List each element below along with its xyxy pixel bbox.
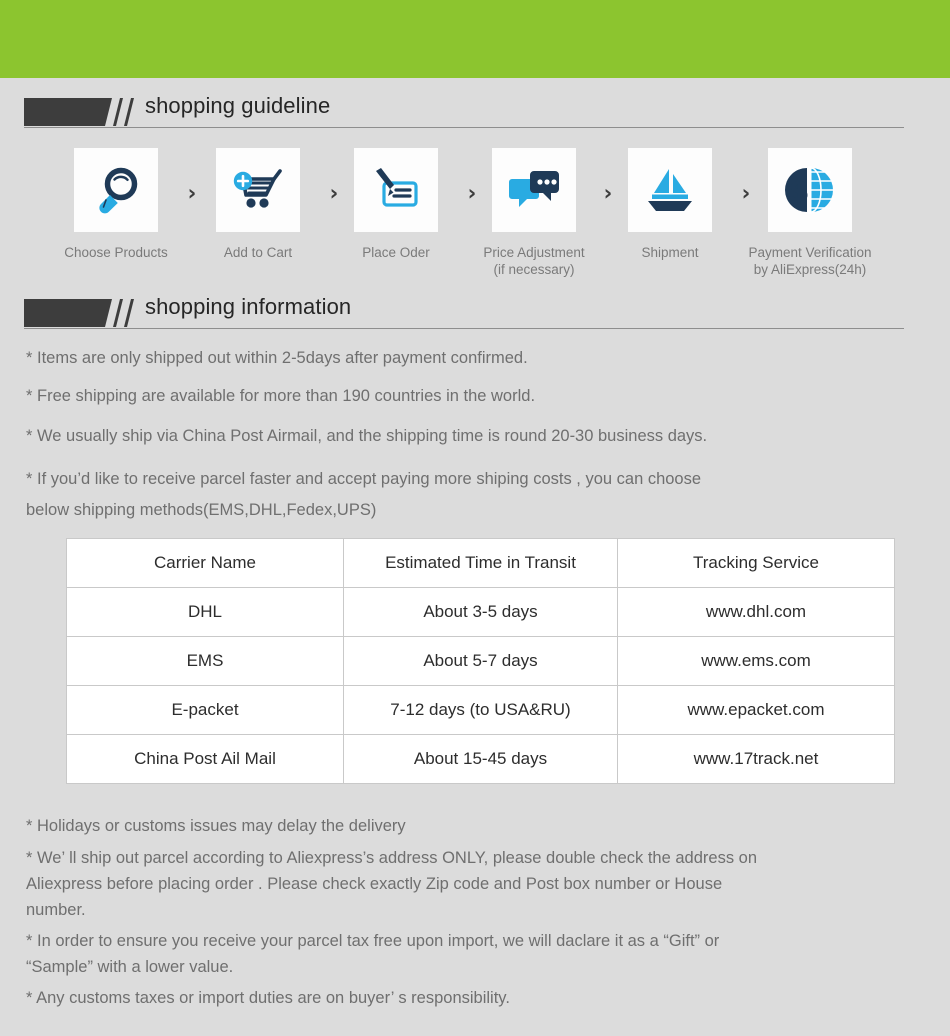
step-label: Place Oder <box>362 245 430 260</box>
heading-divider <box>24 328 904 329</box>
info-bullet: * Items are only shipped out within 2-5d… <box>26 349 528 367</box>
dollar-globe-icon: $ <box>785 166 834 214</box>
step-label: Add to Cart <box>223 245 293 260</box>
shopping-cart-plus-icon <box>233 169 282 208</box>
step-shipment[interactable]: Shipment <box>605 148 735 261</box>
table-header-row: Carrier Name Estimated Time in Transit T… <box>66 538 895 588</box>
footer-note: * In order to ensure you receive your pa… <box>26 932 720 976</box>
table-row: DHL About 3-5 days www.dhl.com <box>66 587 895 637</box>
step-place-oder[interactable]: Place Oder <box>331 148 461 261</box>
pen-check-icon <box>376 168 418 207</box>
footer-note: * Holidays or customs issues may delay t… <box>26 817 406 835</box>
info-bullet: * If you’d like to receive parcel faster… <box>26 470 702 519</box>
table-cell-carrier: E-packet <box>66 685 344 735</box>
table-cell-carrier: China Post Ail Mail <box>66 734 344 784</box>
table-header-cell: Estimated Time in Transit <box>343 538 618 588</box>
table-cell-transit: About 15-45 days <box>343 734 618 784</box>
section-heading-information: shopping information <box>0 294 950 337</box>
step-icon-box <box>216 148 300 232</box>
footer-note: * Any customs taxes or import duties are… <box>26 989 510 1007</box>
step-add-to-cart[interactable]: Add to Cart <box>193 148 323 261</box>
sailboat-icon <box>648 169 692 211</box>
table-cell-tracking: www.17track.net <box>617 734 895 784</box>
section-title-guideline: shopping guideline <box>145 93 331 118</box>
chat-bubbles-icon <box>509 171 559 207</box>
table-header-cell: Carrier Name <box>66 538 344 588</box>
heading-divider <box>24 127 904 128</box>
section-title-information: shopping information <box>145 294 352 319</box>
footer-note: * We’ ll ship out parcel according to Al… <box>26 849 758 919</box>
step-icon-box <box>354 148 438 232</box>
step-price-adjustment[interactable]: Price Adjustment (if necessary) <box>469 148 599 278</box>
product-description-page: shopping guideline Choose Products › Add… <box>0 0 950 1036</box>
step-label: Choose Products <box>64 245 168 260</box>
heading-banner-shape-icon <box>24 98 142 126</box>
table-row: China Post Ail Mail About 15-45 days www… <box>66 734 895 784</box>
info-bullets: * Items are only shipped out within 2-5d… <box>26 347 926 526</box>
table-cell-carrier: DHL <box>66 587 344 637</box>
table-cell-transit: About 5-7 days <box>343 636 618 686</box>
step-icon-box <box>492 148 576 232</box>
info-bullet: * Free shipping are available for more t… <box>26 387 536 405</box>
table-cell-transit: 7-12 days (to USA&RU) <box>343 685 618 735</box>
section-heading-guideline: shopping guideline <box>0 93 950 136</box>
svg-text:$: $ <box>789 174 810 209</box>
table-header-cell: Tracking Service <box>617 538 895 588</box>
table-cell-tracking: www.ems.com <box>617 636 895 686</box>
step-choose-products[interactable]: Choose Products <box>51 148 181 261</box>
table-cell-carrier: EMS <box>66 636 344 686</box>
step-label: Payment Verification by AliExpress(24h) <box>748 245 872 277</box>
step-label: Price Adjustment (if necessary) <box>483 245 585 277</box>
table-row: E-packet 7-12 days (to USA&RU) www.epack… <box>66 685 895 735</box>
heading-banner-shape-icon <box>24 299 142 327</box>
table-cell-tracking: www.epacket.com <box>617 685 895 735</box>
table-cell-transit: About 3-5 days <box>343 587 618 637</box>
shopping-steps: Choose Products › Add to Cart › Place Od… <box>0 148 950 288</box>
green-banner <box>0 0 950 78</box>
table-cell-tracking: www.dhl.com <box>617 587 895 637</box>
step-icon-box <box>628 148 712 232</box>
table-row: EMS About 5-7 days www.ems.com <box>66 636 895 686</box>
step-label: Shipment <box>641 245 699 260</box>
footer-notes: * Holidays or customs issues may delay t… <box>26 813 926 1011</box>
magnifier-icon <box>99 167 138 214</box>
step-payment-verification[interactable]: $ Payment Verification by AliExpress(24h… <box>745 148 875 278</box>
step-icon-box: $ <box>768 148 852 232</box>
shipping-methods-table: Carrier Name Estimated Time in Transit T… <box>66 538 895 784</box>
step-icon-box <box>74 148 158 232</box>
info-bullet: * We usually ship via China Post Airmail… <box>26 427 708 445</box>
